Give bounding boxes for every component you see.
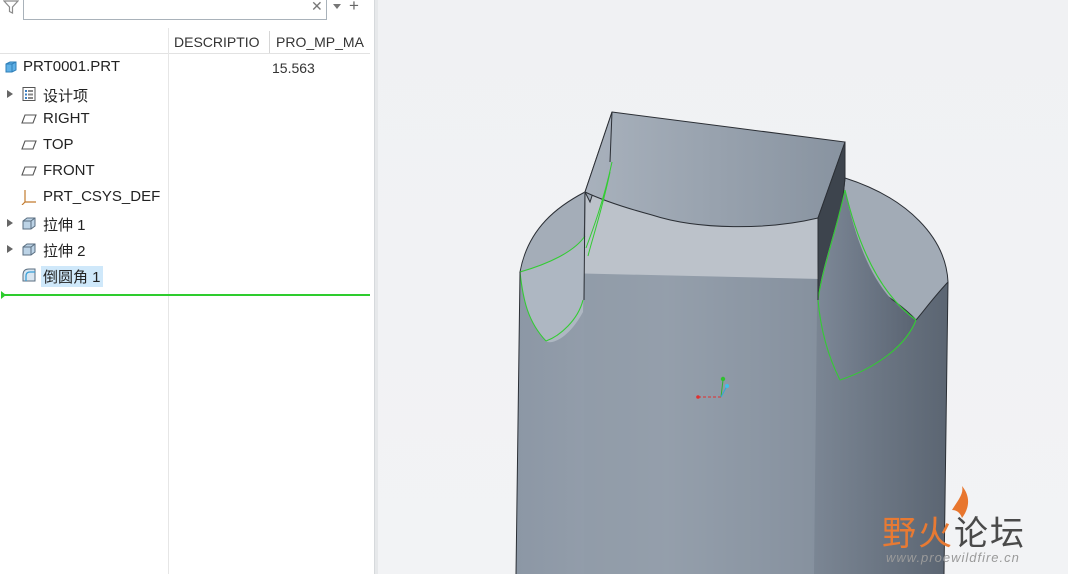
design-items-icon bbox=[22, 87, 36, 101]
add-column-button[interactable]: + bbox=[349, 0, 359, 15]
datum-plane-icon bbox=[21, 140, 37, 150]
tree-item-extrude-2[interactable]: 拉伸 2 bbox=[0, 236, 168, 262]
part-icon bbox=[5, 61, 17, 73]
tree-item-design-items[interactable]: 设计项 bbox=[0, 81, 168, 107]
tree-item-label: PRT0001.PRT bbox=[23, 58, 120, 75]
tree-item-prt0001[interactable]: PRT0001.PRT bbox=[0, 54, 168, 80]
tree-item-top[interactable]: TOP bbox=[0, 132, 168, 158]
search-input[interactable] bbox=[23, 0, 327, 20]
watermark-title: 野火论坛 bbox=[882, 514, 1026, 554]
chevron-down-icon[interactable] bbox=[332, 0, 342, 12]
filter-icon[interactable] bbox=[3, 0, 19, 14]
tree-item-label: TOP bbox=[43, 136, 74, 153]
graphics-viewport[interactable]: 野火论坛 www.proewildfire.cn bbox=[378, 0, 1068, 574]
insert-here-indicator[interactable] bbox=[3, 294, 370, 296]
tree-item-round-1[interactable]: 倒圆角 1 bbox=[0, 262, 168, 288]
expand-arrow-icon[interactable] bbox=[7, 245, 13, 253]
tree-item-label: PRT_CSYS_DEF bbox=[43, 188, 161, 205]
tree-item-prt-csys-def[interactable]: PRT_CSYS_DEF bbox=[0, 184, 168, 210]
tree-item-label: 拉伸 2 bbox=[43, 243, 86, 260]
tree-item-label: 倒圆角 1 bbox=[41, 266, 103, 287]
tree-item-label: FRONT bbox=[43, 162, 95, 179]
expand-arrow-icon[interactable] bbox=[7, 219, 13, 227]
tree-item-label: RIGHT bbox=[43, 110, 90, 127]
round-icon bbox=[22, 268, 36, 282]
tree-item-extrude-1[interactable]: 拉伸 1 bbox=[0, 210, 168, 236]
cylinder-front-face[interactable] bbox=[584, 192, 818, 574]
tree-item-front[interactable]: FRONT bbox=[0, 158, 168, 184]
expand-arrow-icon[interactable] bbox=[7, 90, 13, 98]
tree-item-label: 拉伸 1 bbox=[43, 217, 86, 234]
column-header-description[interactable]: DESCRIPTIO bbox=[174, 31, 267, 53]
column-divider bbox=[168, 28, 169, 574]
column-separator[interactable] bbox=[269, 31, 270, 53]
extrude-icon bbox=[22, 243, 36, 256]
tree-item-label: 设计项 bbox=[43, 88, 89, 105]
column-header-pro-mp-mass[interactable]: PRO_MP_MA bbox=[276, 31, 368, 53]
watermark-url: www.proewildfire.cn bbox=[886, 550, 1020, 565]
model-tree-panel: ✕ + DESCRIPTIO PRO_MP_MA PRT0001.PRT 15.… bbox=[0, 0, 374, 574]
clear-icon[interactable]: ✕ bbox=[311, 0, 323, 15]
extrude-icon bbox=[22, 217, 36, 230]
datum-plane-icon bbox=[21, 166, 37, 176]
pro-mp-mass-value: 15.563 bbox=[272, 60, 315, 76]
coordinate-system-icon bbox=[21, 190, 36, 205]
tree-item-right[interactable]: RIGHT bbox=[0, 106, 168, 132]
datum-plane-icon bbox=[21, 114, 37, 124]
